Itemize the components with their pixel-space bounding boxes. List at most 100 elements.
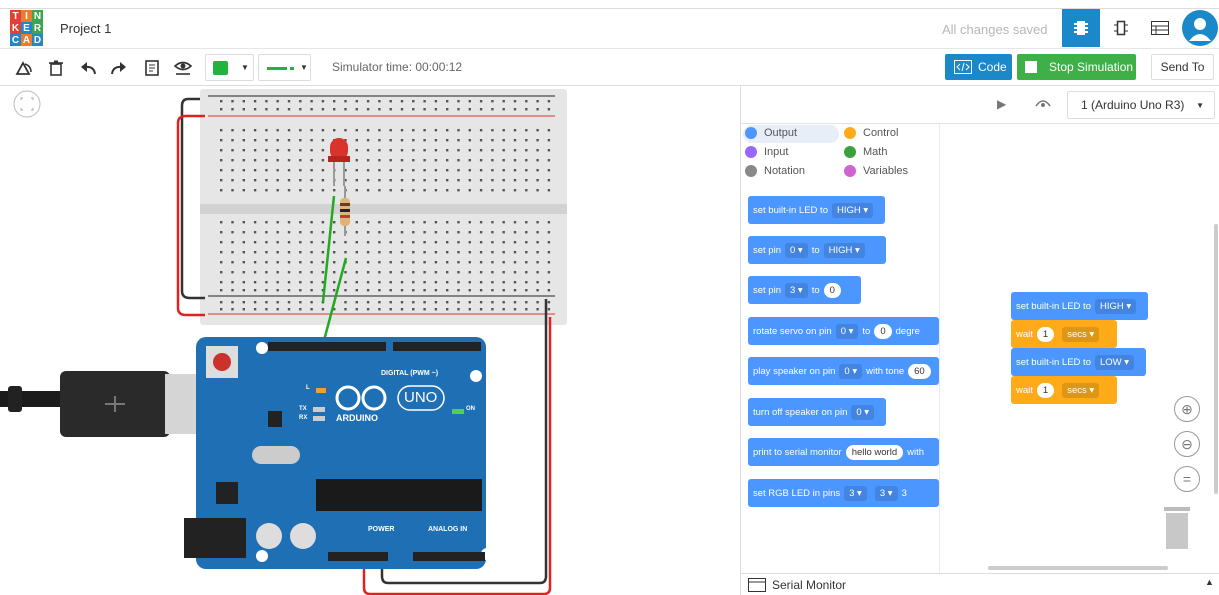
breadboard-hole [513, 108, 517, 111]
circuit-view-button[interactable] [1062, 9, 1100, 47]
breadboard-hole [299, 221, 302, 224]
block-text: degre [895, 325, 920, 337]
breadboard-hole [434, 261, 438, 264]
breadboard-hole [412, 261, 415, 264]
reset-button[interactable] [213, 353, 231, 371]
fit-view-button[interactable] [13, 90, 41, 118]
block-input[interactable]: 0 [874, 323, 892, 339]
breadboard-hole [366, 189, 370, 192]
visibility-button[interactable] [172, 57, 194, 79]
breadboard-hole [344, 308, 347, 311]
block-set-pin-digital[interactable]: set pin 0 ▾ to HIGH ▾ [748, 236, 886, 264]
block-input[interactable]: hello world [845, 444, 904, 460]
breadboard-hole [287, 189, 291, 192]
block-dropdown[interactable]: HIGH ▾ [1094, 298, 1137, 314]
component-list-button[interactable] [1141, 9, 1179, 47]
delete-button[interactable] [45, 57, 67, 79]
breadboard-hole [378, 231, 381, 234]
block-dropdown[interactable]: 3 ▾ [785, 282, 808, 298]
code-workspace[interactable]: set built-in LED to HIGH ▾ wait 1 secs ▾ se… [939, 124, 1219, 573]
block-input[interactable]: 1 [1036, 382, 1055, 398]
block-dropdown[interactable]: 0 ▾ [851, 404, 875, 420]
breadboard-hole [525, 231, 528, 234]
category-control[interactable]: Control [844, 127, 898, 139]
breadboard-hole [310, 100, 313, 103]
debug-button[interactable] [1034, 96, 1052, 115]
rotate-button[interactable] [13, 57, 35, 79]
block-dropdown[interactable]: HIGH ▾ [831, 202, 874, 218]
stop-simulation-button[interactable]: Stop Simulation [1017, 54, 1136, 80]
block-text: rotate servo on pin [753, 325, 832, 337]
wire-type-picker[interactable]: ▼ [258, 54, 311, 81]
schematic-view-button[interactable] [1102, 9, 1140, 47]
program-wait-1[interactable]: wait 1 secs ▾ [1011, 320, 1117, 348]
breadboard-hole [457, 159, 460, 162]
block-turn-off-speaker[interactable]: turn off speaker on pin 0 ▾ [748, 398, 886, 426]
chevron-up-icon[interactable]: ▲ [1205, 577, 1214, 587]
project-title[interactable]: Project 1 [60, 21, 111, 36]
program-wait-2[interactable]: wait 1 secs ▾ [1011, 376, 1117, 404]
breadboard-hole [547, 100, 551, 103]
breadboard-hole [287, 308, 291, 311]
serial-monitor-bar[interactable]: Serial Monitor ▲ [741, 573, 1219, 595]
program-set-builtin-led-high[interactable]: set built-in LED to HIGH ▾ [1011, 292, 1148, 320]
breadboard-hole [321, 129, 325, 132]
breadboard-hole [479, 221, 483, 224]
block-dropdown[interactable]: secs ▾ [1062, 326, 1100, 342]
block-set-rgb-led[interactable]: set RGB LED in pins 3 ▾ 3 ▾ 3 [748, 479, 939, 507]
step-icon[interactable]: ▶︎ [997, 97, 1006, 111]
breadboard-hole [333, 261, 336, 264]
arduino-uno-board[interactable] [184, 337, 493, 569]
category-input[interactable]: Input [745, 146, 788, 158]
zoom-out-button[interactable]: ⊖ [1174, 431, 1200, 457]
code-button[interactable]: Code [945, 54, 1012, 80]
breadboard-hole [231, 169, 234, 172]
category-variables[interactable]: Variables [844, 165, 908, 177]
block-dropdown[interactable]: 3 ▾ [844, 485, 867, 501]
color-picker[interactable]: ▼ [205, 54, 254, 81]
notes-button[interactable] [141, 57, 163, 79]
block-dropdown[interactable]: 3 ▾ [874, 485, 898, 501]
block-dropdown[interactable]: 0 ▾ [839, 363, 863, 379]
led-indicator [313, 416, 325, 421]
redo-icon [111, 62, 126, 75]
tinkercad-logo[interactable]: T I N K E R C A D [10, 10, 43, 46]
zoom-reset-button[interactable]: = [1174, 466, 1200, 492]
redo-button[interactable] [108, 57, 130, 79]
zoom-in-button[interactable]: ⊕ [1174, 396, 1200, 422]
block-dropdown[interactable]: secs ▾ [1062, 382, 1100, 398]
category-math[interactable]: Math [844, 146, 887, 158]
breadboard-channel [200, 204, 567, 214]
block-input[interactable]: 60 [908, 363, 931, 379]
device-select[interactable]: 1 (Arduino Uno R3) ▼ [1067, 91, 1215, 119]
category-notation[interactable]: Notation [745, 165, 805, 177]
category-label: Math [863, 146, 888, 158]
block-play-speaker[interactable]: play speaker on pin 0 ▾ with tone 60 [748, 357, 939, 385]
block-input[interactable]: 1 [1036, 326, 1055, 342]
send-to-button[interactable]: Send To [1151, 54, 1214, 80]
block-dropdown[interactable]: LOW ▾ [1094, 354, 1135, 370]
breadboard-hole [536, 289, 539, 292]
trash-can-icon[interactable] [1162, 505, 1192, 551]
dropdown-value: 0 [840, 325, 846, 337]
breadboard-hole [446, 179, 449, 182]
undo-button[interactable] [77, 57, 99, 79]
wire-swatch [267, 67, 287, 70]
category-output[interactable]: Output [745, 127, 797, 139]
vertical-scrollbar[interactable] [1214, 224, 1218, 494]
block-set-builtin-led[interactable]: set built-in LED to HIGH ▾ [748, 196, 885, 224]
breadboard-hole [366, 281, 370, 284]
avatar[interactable] [1182, 10, 1218, 46]
breadboard-hole [220, 221, 223, 224]
block-dropdown[interactable]: 0 ▾ [835, 323, 859, 339]
block-set-pin-analog[interactable]: set pin 3 ▾ to 0 [748, 276, 861, 304]
block-dropdown[interactable]: 0 ▾ [785, 242, 808, 258]
program-set-builtin-led-low[interactable]: set built-in LED to LOW ▾ [1011, 348, 1146, 376]
block-rotate-servo[interactable]: rotate servo on pin 0 ▾ to 0 degre [748, 317, 939, 345]
circuit-canvas[interactable]: DIGITAL (PWM ~) ARDUINO UNO POWER ANALOG… [0, 86, 740, 595]
breadboard-hole [355, 281, 358, 284]
block-dropdown[interactable]: HIGH ▾ [823, 242, 865, 258]
horizontal-scrollbar[interactable] [988, 566, 1168, 570]
block-print-serial[interactable]: print to serial monitor hello world with [748, 438, 939, 466]
block-input[interactable]: 0 [823, 282, 841, 298]
